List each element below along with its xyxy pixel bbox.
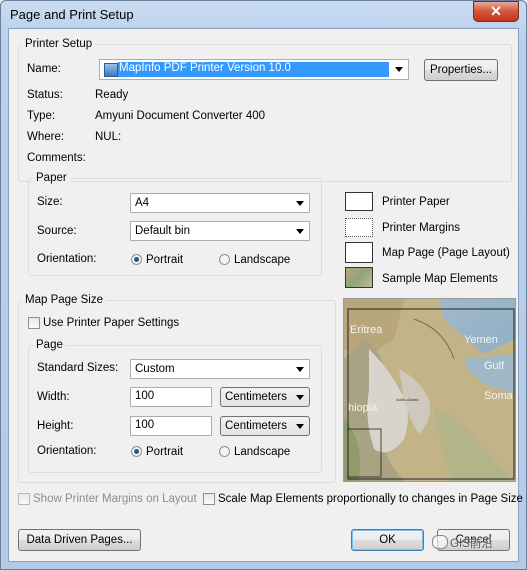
wechat-icon	[432, 535, 448, 549]
window-title: Page and Print Setup	[10, 7, 134, 22]
map-label-gulf: Gulf	[484, 360, 505, 372]
close-button[interactable]: ✕	[473, 1, 519, 22]
paper-landscape-label: Landscape	[234, 254, 291, 266]
page-landscape-label: Landscape	[234, 446, 291, 458]
comments-label: Comments:	[27, 152, 86, 164]
map-preview-image: Eritrea Yemen Gulf Soma hiopia Addis Aba…	[344, 299, 515, 481]
printer-margins-swatch	[345, 218, 373, 237]
width-label: Width:	[37, 391, 70, 403]
map-page-size-label: Map Page Size	[22, 294, 106, 306]
status-label: Status:	[27, 89, 63, 101]
paper-size-value: A4	[135, 197, 150, 209]
where-label: Where:	[27, 131, 65, 143]
where-value: NUL:	[95, 131, 122, 143]
chevron-down-icon	[296, 395, 304, 400]
data-driven-pages-button[interactable]: Data Driven Pages...	[18, 529, 141, 551]
map-page-swatch	[345, 242, 373, 263]
chevron-down-icon	[296, 367, 304, 372]
paper-orientation-label: Orientation:	[37, 253, 97, 265]
show-margins-checkbox[interactable]	[18, 493, 30, 505]
width-input[interactable]: 100	[130, 387, 212, 407]
size-label: Size:	[37, 196, 63, 208]
legend-printer-margins: Printer Margins	[382, 222, 460, 234]
standard-sizes-select[interactable]: Custom	[130, 359, 310, 379]
legend-printer-paper: Printer Paper	[382, 196, 450, 208]
printer-paper-swatch	[345, 192, 373, 211]
standard-sizes-value: Custom	[135, 363, 175, 375]
page-portrait-radio[interactable]	[131, 446, 142, 457]
close-icon: ✕	[490, 3, 502, 19]
source-label: Source:	[37, 225, 77, 237]
status-value: Ready	[95, 89, 129, 101]
height-unit-select[interactable]: Centimeters	[220, 416, 310, 436]
paper-label: Paper	[33, 172, 70, 184]
paper-source-value: Default bin	[135, 225, 190, 237]
use-printer-paper-checkbox[interactable]	[28, 317, 40, 329]
type-value: Amyuni Document Converter 400	[95, 110, 266, 122]
chevron-down-icon	[296, 201, 304, 206]
height-unit-value: Centimeters	[225, 420, 287, 432]
map-label-eritrea: Eritrea	[350, 324, 383, 336]
page-portrait-label: Portrait	[146, 446, 184, 458]
page-landscape-radio[interactable]	[219, 446, 230, 457]
map-label-yemen: Yemen	[464, 334, 498, 346]
chevron-down-icon	[395, 67, 403, 72]
page-label: Page	[33, 339, 66, 351]
map-label-somalia: Soma	[484, 390, 514, 402]
properties-button[interactable]: Properties...	[424, 59, 498, 81]
printer-name-select[interactable]: MapInfo PDF Printer Version 10.0	[99, 59, 409, 80]
page-orientation-label: Orientation:	[37, 445, 97, 457]
map-label-addis: Addis Ababa	[396, 397, 419, 402]
legend-sample-map: Sample Map Elements	[382, 273, 498, 285]
paper-portrait-label: Portrait	[146, 254, 184, 266]
use-printer-paper-label: Use Printer Paper Settings	[43, 317, 180, 329]
ok-button[interactable]: OK	[351, 529, 424, 551]
scale-elements-checkbox[interactable]	[203, 493, 215, 505]
scale-elements-label: Scale Map Elements proportionally to cha…	[218, 493, 523, 505]
printer-icon	[104, 63, 118, 77]
paper-size-select[interactable]: A4	[130, 193, 310, 213]
width-unit-select[interactable]: Centimeters	[220, 387, 310, 407]
paper-landscape-radio[interactable]	[219, 254, 230, 265]
height-label: Height:	[37, 420, 74, 432]
chevron-down-icon	[296, 424, 304, 429]
legend-map-page: Map Page (Page Layout)	[382, 247, 510, 259]
printer-setup-label: Printer Setup	[22, 38, 96, 50]
map-preview: Eritrea Yemen Gulf Soma hiopia Addis Aba…	[343, 298, 516, 482]
standard-sizes-label: Standard Sizes:	[37, 362, 119, 374]
height-input[interactable]: 100	[130, 416, 212, 436]
type-label: Type:	[27, 110, 56, 122]
width-unit-value: Centimeters	[225, 391, 287, 403]
show-margins-label: Show Printer Margins on Layout	[33, 493, 197, 505]
sample-map-swatch	[345, 267, 373, 288]
printer-name-value: MapInfo PDF Printer Version 10.0	[118, 62, 389, 77]
paper-portrait-radio[interactable]	[131, 254, 142, 265]
paper-source-select[interactable]: Default bin	[130, 221, 310, 241]
name-label: Name:	[27, 63, 61, 75]
chevron-down-icon	[296, 229, 304, 234]
watermark-text: GIS前沿	[450, 538, 493, 550]
map-label-ethiopia: hiopia	[348, 402, 378, 414]
